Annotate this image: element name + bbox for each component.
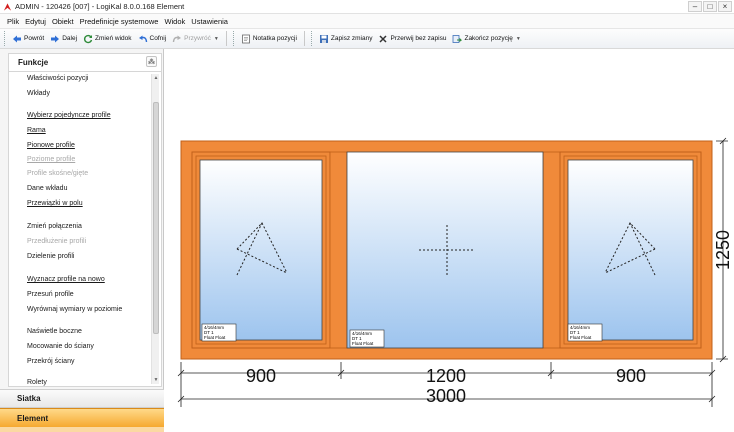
fn-item-select-single-profiles[interactable]: Wybierz pojedyncze profile: [27, 112, 111, 119]
maximize-button[interactable]: □: [703, 1, 717, 12]
next-label: Dalej: [62, 35, 78, 42]
arrow-left-icon: [13, 35, 21, 42]
back-label: Powrót: [24, 35, 45, 42]
functions-scrollbar[interactable]: ▲ ▼: [151, 74, 159, 384]
glass-label-line3: Float Float: [570, 335, 592, 340]
fn-item-side-lights[interactable]: Naświetle boczne: [27, 328, 82, 335]
redo-label: Przywróć: [184, 35, 211, 42]
window-title: ADMIN - 120426 [007] - LogiKal 8.0.0.168…: [15, 2, 185, 11]
fn-item-vertical-profiles[interactable]: Pionowe profile: [27, 142, 75, 149]
functions-panel-header: Funkcje ⁂: [8, 53, 162, 71]
save-changes-label: Zapisz zmiany: [330, 35, 373, 42]
window-drawing[interactable]: 4/16/4mm DT 1 Float Float 4/16/4mm DT 1 …: [165, 49, 734, 432]
note-icon: [241, 34, 250, 43]
menu-bar: Plik Edytuj Obiekt Predefinicje systemow…: [0, 14, 734, 28]
save-changes-button[interactable]: Zapisz zmiany: [316, 30, 376, 47]
section-element[interactable]: Element: [0, 408, 164, 427]
scrollbar-thumb[interactable]: [153, 102, 159, 334]
right-glass-label: 4/16/4mm DT 1 Float Float: [567, 323, 603, 342]
fn-item-redetermine-profiles[interactable]: Wyznacz profile na nowo: [27, 276, 105, 283]
drawing-canvas[interactable]: 4/16/4mm DT 1 Float Float 4/16/4mm DT 1 …: [165, 49, 734, 432]
fn-item-frame[interactable]: Rama: [27, 127, 46, 134]
dimension-total-width: 3000: [426, 386, 466, 406]
left-glass-label: 4/16/4mm DT 1 Float Float: [201, 323, 237, 342]
fn-item-align-horizontal[interactable]: Wyrównaj wymiary w poziomie: [27, 306, 122, 313]
fn-item-split-profiles[interactable]: Dzielenie profili: [27, 253, 74, 260]
refresh-icon: [83, 34, 93, 43]
glass-label-line3: Float Float: [204, 335, 226, 340]
finish-position-label: Zakończ pozycję: [464, 35, 513, 42]
menu-object[interactable]: Obiekt: [51, 17, 75, 26]
title-bar: ADMIN - 120426 [007] - LogiKal 8.0.0.168…: [0, 0, 734, 14]
save-icon: [319, 34, 328, 43]
functions-panel-title: Funkcje: [18, 58, 49, 67]
dimension-height: 1250: [713, 230, 733, 270]
app-logo-icon: [3, 2, 12, 11]
fn-item-profile-extension[interactable]: Przedłużenie profili: [27, 238, 86, 245]
finish-icon: [453, 34, 463, 43]
dimension-right-width: 900: [616, 366, 646, 386]
fn-item-wall-mounting[interactable]: Mocowanie do ściany: [27, 343, 94, 350]
fn-item-move-profiles[interactable]: Przesuń profile: [27, 291, 74, 298]
menu-edit[interactable]: Edytuj: [24, 17, 47, 26]
fn-item-horizontal-profiles[interactable]: Poziome profile: [27, 156, 75, 163]
minimize-button[interactable]: –: [688, 1, 702, 12]
section-grid[interactable]: Siatka: [0, 389, 164, 408]
right-glass-pane[interactable]: [567, 159, 694, 341]
glass-label-line3: Float Float: [352, 341, 374, 346]
abort-button[interactable]: Przerwij bez zapisu: [375, 30, 449, 47]
toolbar-separator: [303, 31, 305, 46]
change-view-label: Zmień widok: [95, 35, 132, 42]
functions-panel: Funkcje ⁂ Właściwości pozycji Wkłady Wyb…: [0, 49, 164, 432]
abort-label: Przerwij bez zapisu: [390, 35, 447, 42]
menu-view[interactable]: Widok: [163, 17, 186, 26]
fn-item-wall-section[interactable]: Przekrój ściany: [27, 358, 74, 365]
fn-item-infill-data[interactable]: Dane wkładu: [27, 185, 67, 192]
change-view-button[interactable]: Zmień widok: [80, 30, 134, 47]
fn-item-infills[interactable]: Wkłady: [27, 90, 50, 97]
dimension-middle-width: 1200: [426, 366, 466, 386]
fn-item-position-properties[interactable]: Właściwości pozycji: [27, 75, 88, 82]
note-button[interactable]: Notatka pozycji: [238, 30, 300, 47]
fn-item-roller-shutters[interactable]: Rolety: [27, 379, 47, 386]
section-element-body: [0, 427, 164, 432]
note-label: Notatka pozycji: [252, 35, 297, 42]
menu-settings[interactable]: Ustawienia: [190, 17, 229, 26]
undo-icon: [138, 35, 147, 42]
toolbar: Powrót Dalej Zmień widok Cofnij Przywróć…: [0, 28, 734, 49]
chevron-down-icon[interactable]: ▼: [214, 36, 219, 42]
arrow-right-icon: [51, 35, 60, 42]
redo-button[interactable]: Przywróć ▼: [169, 30, 222, 47]
fn-item-change-connections[interactable]: Zmień połączenia: [27, 223, 82, 230]
close-x-icon: [379, 34, 387, 43]
back-button[interactable]: Powrót: [9, 30, 47, 47]
toolbar-separator: [225, 31, 227, 46]
pin-icon[interactable]: ⁂: [146, 56, 157, 67]
toolbar-grip[interactable]: [4, 31, 7, 46]
close-button[interactable]: ×: [718, 1, 732, 12]
chevron-down-icon[interactable]: ▼: [516, 36, 521, 42]
menu-system-predefinitions[interactable]: Predefinicje systemowe: [79, 17, 160, 26]
scroll-down-icon[interactable]: ▼: [152, 376, 160, 384]
toolbar-grip[interactable]: [310, 31, 314, 46]
next-button[interactable]: Dalej: [47, 30, 80, 47]
fn-item-sloped-profiles[interactable]: Profile skośne/gięte: [27, 170, 88, 177]
undo-label: Cofnij: [149, 35, 167, 42]
finish-position-button[interactable]: Zakończ pozycję ▼: [449, 30, 523, 47]
redo-icon: [172, 35, 182, 42]
menu-file[interactable]: Plik: [6, 17, 20, 26]
scroll-up-icon[interactable]: ▲: [152, 74, 160, 82]
left-mullion[interactable]: [329, 151, 348, 349]
functions-list: Właściwości pozycji Wkłady Wybierz pojed…: [8, 71, 162, 387]
left-glass-pane[interactable]: [199, 159, 323, 341]
right-mullion[interactable]: [542, 151, 561, 349]
window-controls: – □ ×: [688, 1, 732, 12]
undo-button[interactable]: Cofnij: [135, 30, 170, 47]
fn-item-field-transoms[interactable]: Przewiązki w polu: [27, 200, 83, 207]
dimension-left-width: 900: [246, 366, 276, 386]
toolbar-grip[interactable]: [232, 31, 236, 46]
middle-glass-label: 4/16/4mm DT 1 Float Float: [349, 329, 385, 348]
